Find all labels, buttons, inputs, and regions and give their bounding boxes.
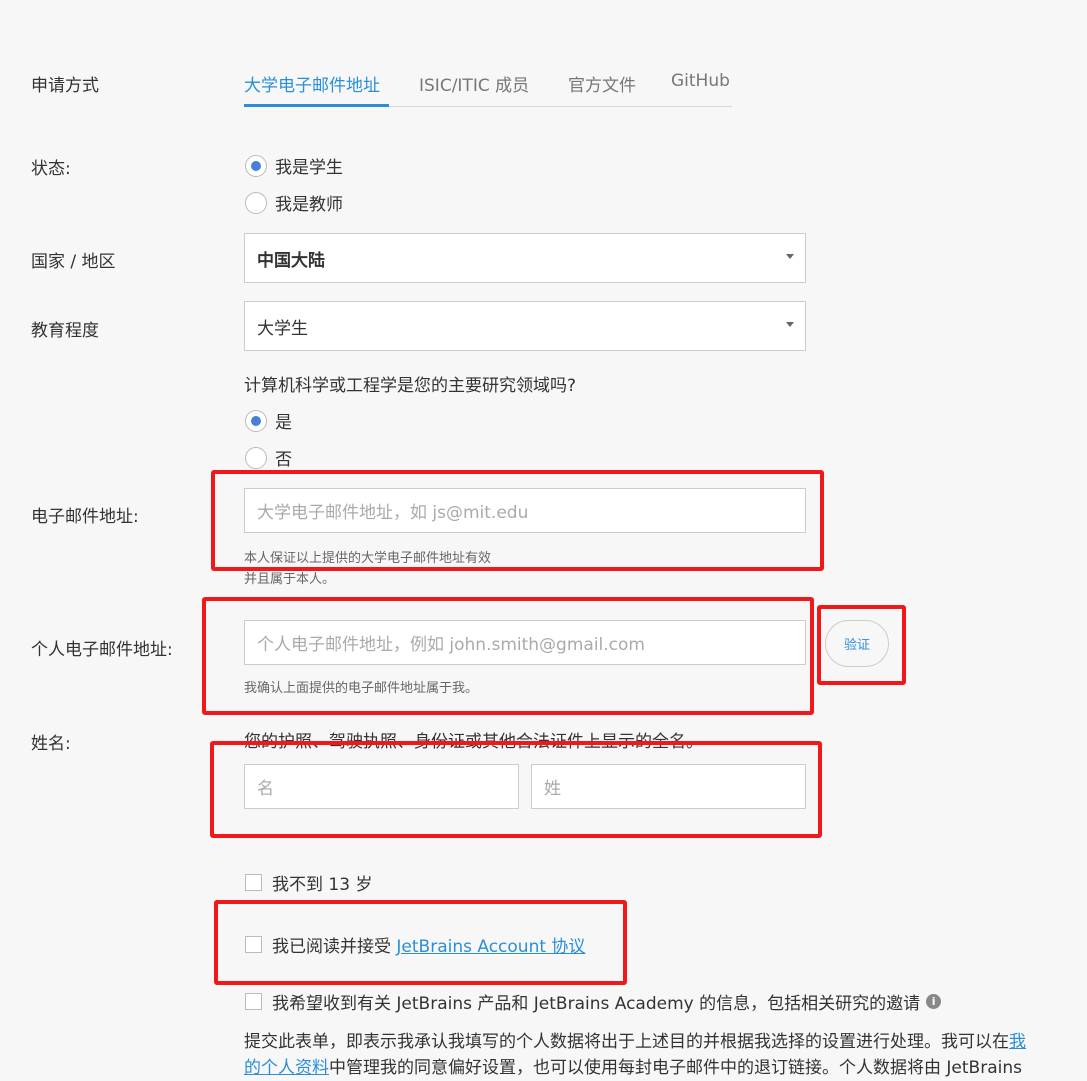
- major-yes-label: 是: [275, 413, 292, 433]
- newsletter-label: 我希望收到有关 JetBrains 产品和 JetBrains Academy …: [272, 994, 921, 1014]
- annotation-box-personal-email: [202, 597, 814, 715]
- education-value: 大学生: [257, 318, 308, 339]
- application-method-label: 申请方式: [31, 76, 99, 96]
- tab-isic-itic[interactable]: ISIC/ITIC 成员: [419, 71, 529, 96]
- major-question-text: 计算机科学或工程学是您的主要研究领域吗?: [244, 376, 577, 396]
- major-yes-option[interactable]: 是: [245, 408, 292, 433]
- annotation-box-university-email: [211, 470, 824, 571]
- consent-paragraph-line2: 的个人资料中管理我的同意偏好设置，也可以使用每封电子邮件中的退订链接。个人数据将…: [244, 1055, 1022, 1081]
- country-value: 中国大陆: [257, 250, 325, 271]
- chevron-down-icon: [786, 322, 794, 327]
- tab-official-document[interactable]: 官方文件: [568, 71, 636, 96]
- status-label: 状态:: [31, 159, 71, 179]
- profile-link-part1[interactable]: 我: [1009, 1032, 1026, 1052]
- country-label: 国家 / 地区: [31, 252, 116, 272]
- education-select[interactable]: 大学生: [244, 301, 806, 351]
- consent-text-2: 中管理我的同意偏好设置，也可以使用每封电子邮件中的退订链接。个人数据将由 Jet…: [329, 1058, 1022, 1078]
- major-no-label: 否: [275, 450, 292, 470]
- radio-selected-icon[interactable]: [245, 409, 267, 432]
- checkbox-icon[interactable]: [245, 874, 262, 891]
- status-student-label: 我是学生: [275, 158, 343, 178]
- annotation-box-agreement: [214, 900, 627, 985]
- newsletter-option[interactable]: 我希望收到有关 JetBrains 产品和 JetBrains Academy …: [245, 989, 942, 1014]
- status-student-option[interactable]: 我是学生: [245, 153, 343, 178]
- active-tab-indicator: [244, 104, 389, 107]
- consent-text-1: 提交此表单，即表示我承认我填写的个人数据将出于上述目的并根据我选择的设置进行处理…: [244, 1032, 1009, 1052]
- annotation-box-name: [210, 741, 822, 838]
- checkbox-icon[interactable]: [245, 993, 262, 1010]
- education-label: 教育程度: [31, 321, 99, 341]
- status-teacher-option[interactable]: 我是教师: [245, 190, 343, 215]
- name-label: 姓名:: [31, 734, 71, 754]
- radio-empty-icon[interactable]: [245, 446, 267, 469]
- info-icon[interactable]: i: [926, 994, 942, 1009]
- country-select[interactable]: 中国大陆: [244, 233, 806, 283]
- university-email-label: 电子邮件地址:: [31, 507, 139, 527]
- tab-github[interactable]: GitHub: [671, 71, 730, 91]
- consent-paragraph-line1: 提交此表单，即表示我承认我填写的个人数据将出于上述目的并根据我选择的设置进行处理…: [244, 1029, 1026, 1055]
- radio-empty-icon[interactable]: [245, 191, 267, 214]
- under13-option[interactable]: 我不到 13 岁: [245, 870, 372, 895]
- personal-email-label: 个人电子邮件地址:: [31, 640, 173, 660]
- chevron-down-icon: [786, 254, 794, 259]
- radio-selected-icon[interactable]: [245, 154, 267, 177]
- status-teacher-label: 我是教师: [275, 195, 343, 215]
- under13-label: 我不到 13 岁: [272, 875, 373, 895]
- major-no-option[interactable]: 否: [245, 445, 292, 470]
- profile-link-part2[interactable]: 的个人资料: [244, 1058, 329, 1078]
- annotation-box-verify: [817, 605, 906, 685]
- tab-university-email[interactable]: 大学电子邮件地址: [244, 71, 380, 96]
